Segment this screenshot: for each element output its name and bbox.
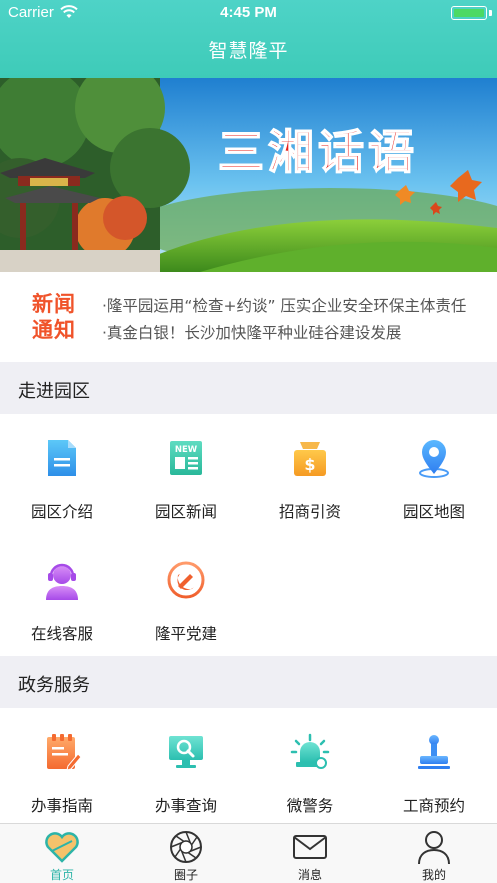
status-time: 4:45 PM — [220, 4, 277, 21]
page-title: 智慧隆平 — [208, 40, 289, 62]
grid-label: 在线客服 — [30, 625, 93, 643]
section-header-park: 走进园区 — [0, 362, 497, 414]
svg-text:$: $ — [304, 455, 315, 474]
document-icon — [48, 440, 76, 476]
section-title: 走进园区 — [18, 381, 90, 402]
tab-label: 消息 — [297, 868, 322, 882]
section-title: 政务服务 — [18, 675, 90, 696]
park-map-button[interactable]: 园区地图 — [372, 414, 496, 536]
grid-label: 办事查询 — [154, 797, 217, 815]
envelope-icon — [293, 835, 327, 859]
banner-carousel[interactable]: 三湘话语 — [0, 78, 497, 272]
battery-icon — [451, 6, 487, 20]
news-logo: 新闻 通知 — [32, 291, 84, 343]
investment-button[interactable]: $ 招商引资 — [248, 414, 372, 536]
stamp-icon — [418, 735, 450, 769]
tab-label: 首页 — [49, 868, 74, 882]
news-item[interactable]: ·真金白银！长沙加快隆平种业硅谷建设发展 — [102, 321, 472, 343]
grid-label: 招商引资 — [278, 503, 341, 521]
tab-circle[interactable]: 圈子 — [124, 824, 248, 883]
business-appointment-button[interactable]: 工商预约 — [372, 708, 496, 830]
news-logo-line1: 新闻 — [32, 292, 76, 316]
party-building-button[interactable]: 隆平党建 — [124, 536, 248, 658]
map-pin-icon — [419, 440, 449, 478]
grid-label: 隆平党建 — [154, 625, 217, 643]
tab-messages[interactable]: 消息 — [248, 824, 372, 883]
money-bag-icon: $ — [294, 442, 326, 476]
app-header: Carrier 4:45 PM 智慧隆平 — [0, 0, 497, 78]
service-guide-button[interactable]: 办事指南 — [0, 708, 124, 830]
grid-label: 园区地图 — [402, 503, 465, 521]
banner-image: 三湘话语 — [0, 78, 497, 272]
banner-caption: 三湘话语 — [218, 125, 418, 179]
search-monitor-icon — [169, 736, 203, 768]
news-item[interactable]: ·隆平园运用“检查+约谈” 压实企业安全环保主体责任 — [102, 294, 472, 316]
guide-icon — [47, 734, 82, 771]
grid-label: 园区新闻 — [154, 503, 217, 521]
person-icon — [418, 831, 450, 865]
aperture-icon — [170, 831, 202, 863]
online-service-button[interactable]: 在线客服 — [0, 536, 124, 658]
park-intro-button[interactable]: 园区介绍 — [0, 414, 124, 536]
news-icon: NEW — [170, 441, 202, 475]
police-light-icon — [290, 733, 330, 769]
battery-nub — [489, 10, 492, 16]
tab-home[interactable]: 首页 — [0, 824, 124, 883]
home-heart-icon — [45, 832, 79, 863]
service-query-button[interactable]: 办事查询 — [124, 708, 248, 830]
grid-label: 办事指南 — [30, 797, 93, 815]
grid-label: 园区介绍 — [30, 503, 93, 521]
tab-label: 我的 — [421, 868, 446, 882]
grid-label: 工商预约 — [402, 797, 465, 815]
news-logo-line2: 通知 — [32, 318, 76, 342]
news-ticker[interactable]: 新闻 通知 ·隆平园运用“检查+约谈” 压实企业安全环保主体责任 ·真金白银！长… — [0, 272, 497, 362]
section-header-gov: 政务服务 — [0, 656, 497, 708]
micro-police-button[interactable]: 微警务 — [248, 708, 372, 830]
tab-mine[interactable]: 我的 — [372, 824, 496, 883]
grid-label: 微警务 — [286, 797, 334, 815]
park-news-button[interactable]: NEW 园区新闻 — [124, 414, 248, 536]
tab-bar: 首页 圈子 消息 我的 — [0, 823, 497, 883]
party-emblem-icon — [167, 561, 205, 599]
headset-icon — [46, 563, 78, 600]
status-bar: Carrier 4:45 PM — [0, 0, 497, 26]
tab-label: 圈子 — [173, 868, 198, 882]
svg-text:NEW: NEW — [175, 445, 198, 455]
